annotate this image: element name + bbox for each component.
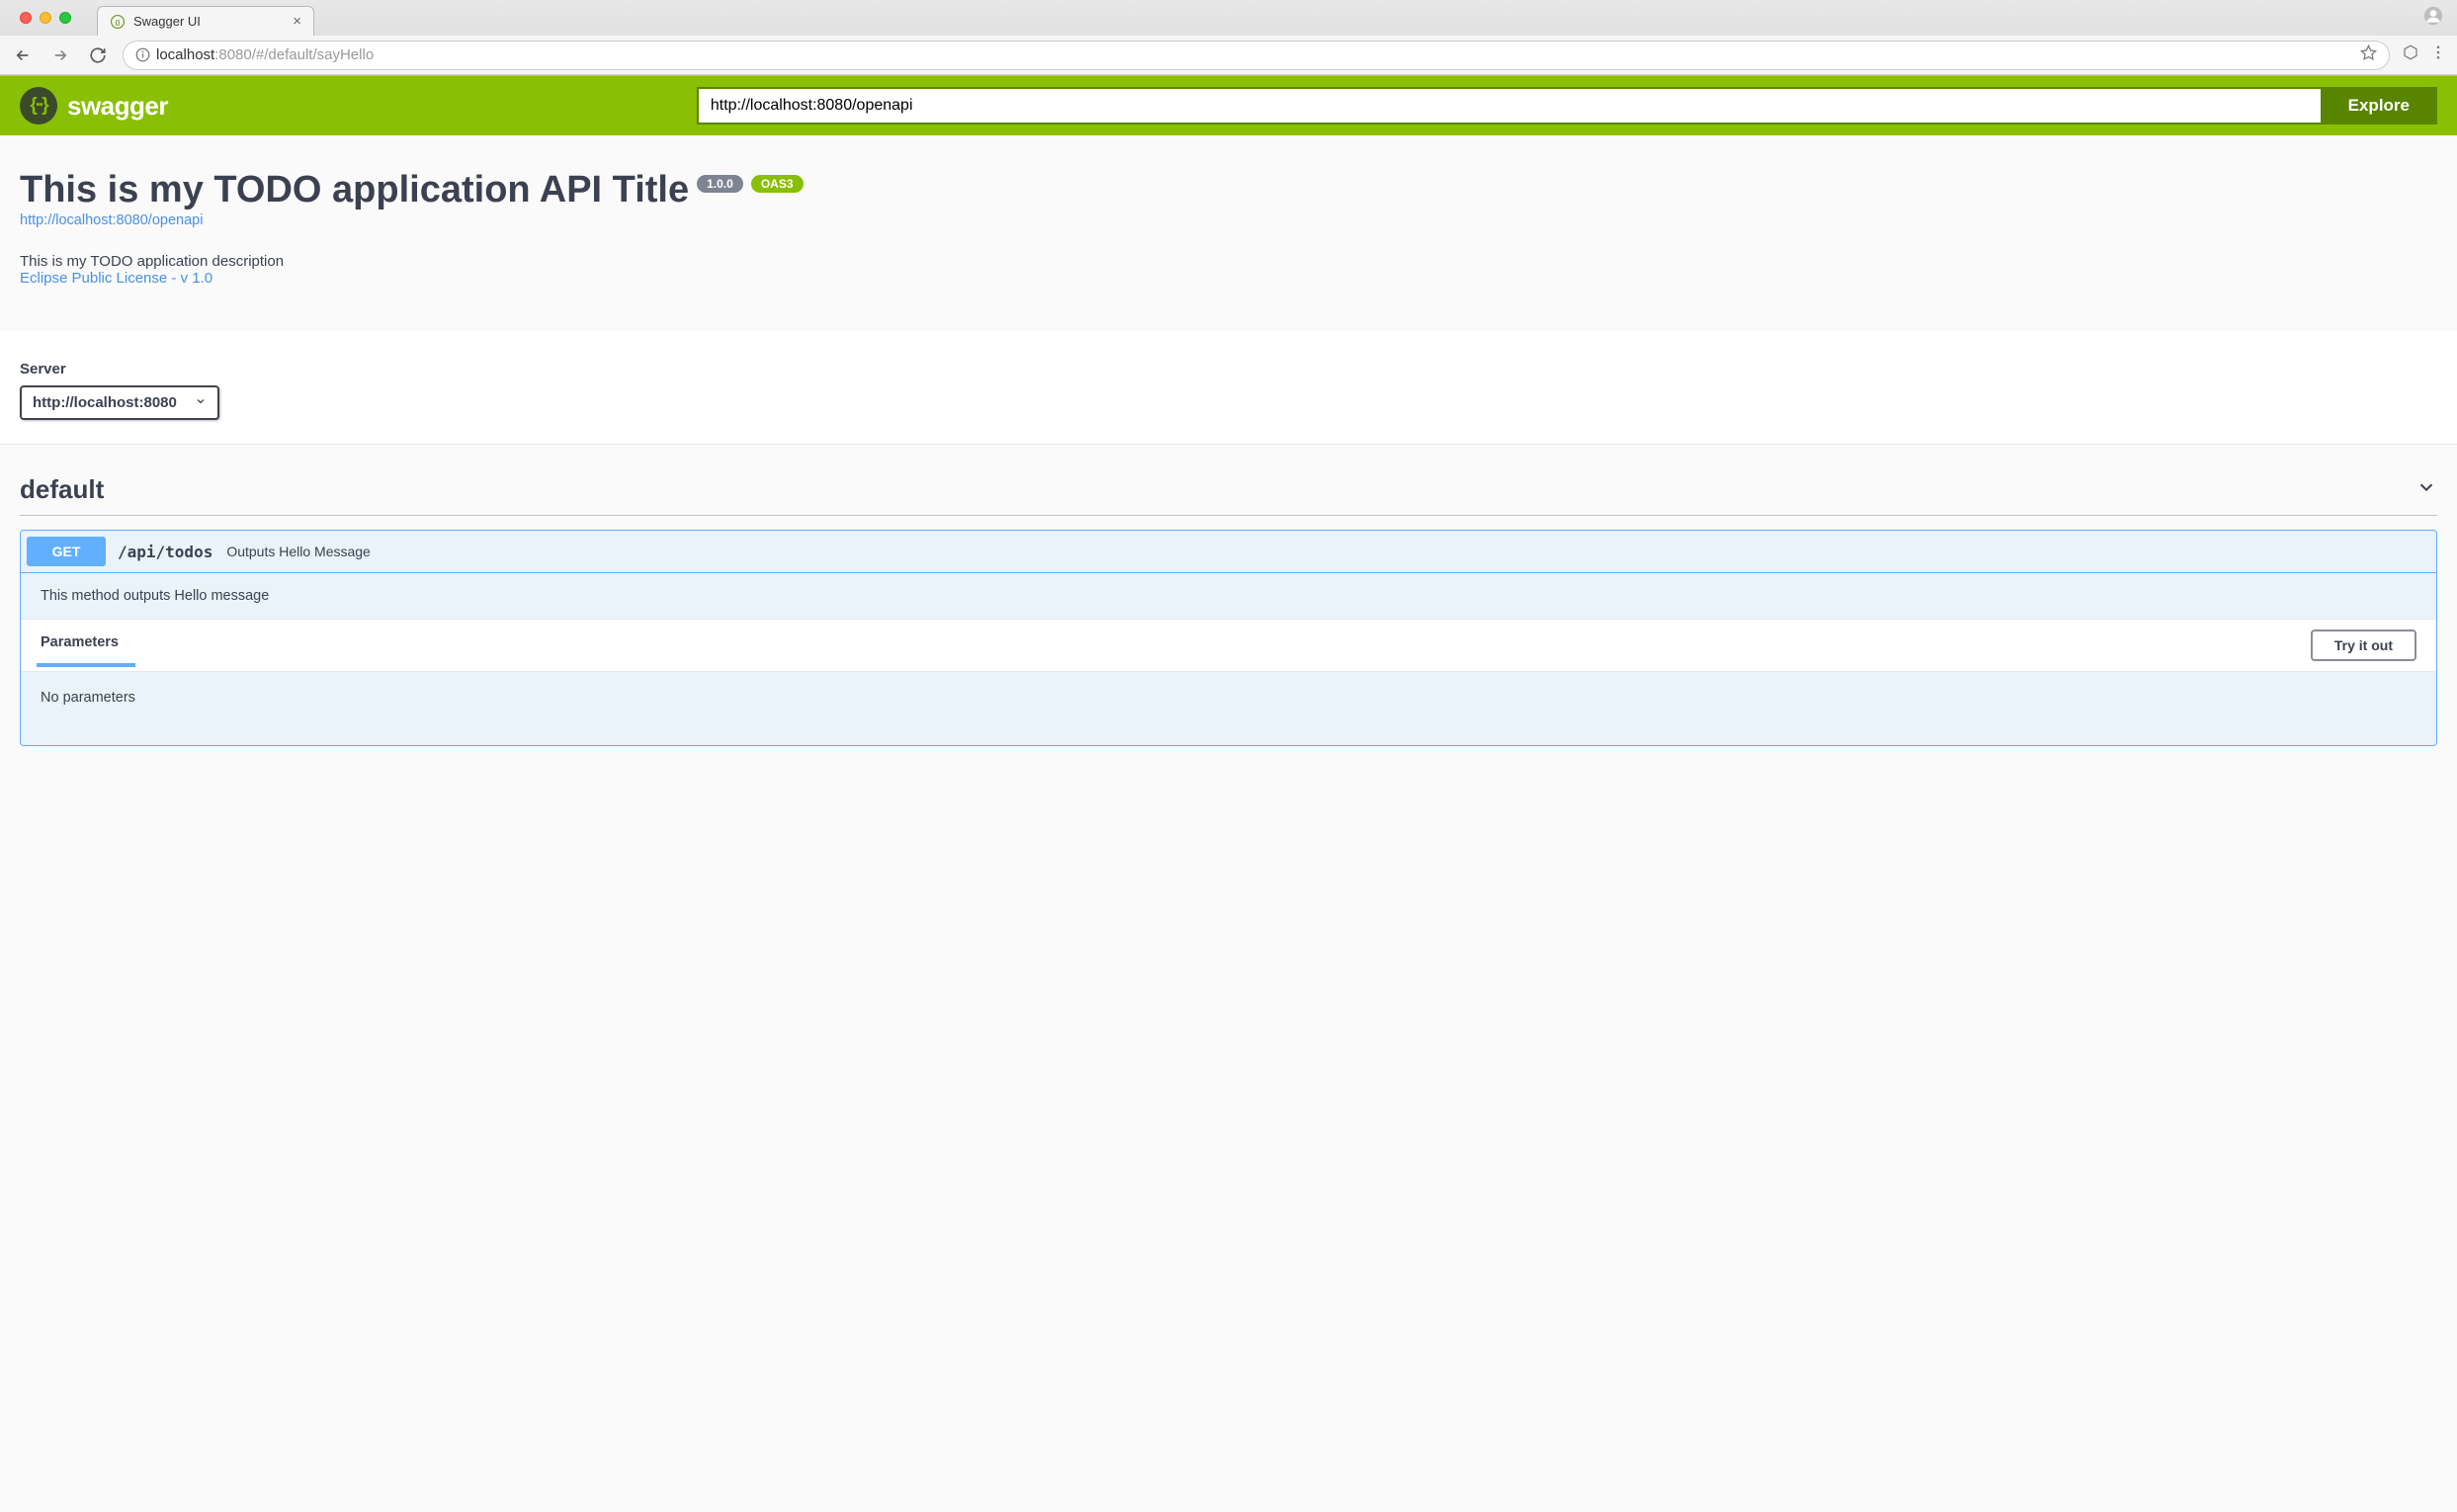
tag-header[interactable]: default	[20, 464, 2437, 516]
svg-text:{}: {}	[116, 19, 121, 26]
chevron-down-icon	[2415, 476, 2437, 503]
browser-tab[interactable]: {} Swagger UI ×	[97, 6, 314, 36]
server-select[interactable]: http://localhost:8080	[20, 385, 219, 420]
try-it-out-button[interactable]: Try it out	[2311, 630, 2416, 661]
operation-summary-bar[interactable]: GET /api/todos Outputs Hello Message	[21, 531, 2436, 572]
address-bar[interactable]: localhost:8080/#/default/sayHello	[123, 41, 2390, 70]
url-hostname: localhost	[156, 46, 214, 63]
swagger-topbar: {∙∙} swagger Explore	[0, 76, 2457, 135]
extension-icon[interactable]	[2402, 43, 2419, 66]
server-label: Server	[20, 361, 2437, 378]
api-info-section: This is my TODO application API Title 1.…	[0, 135, 2457, 331]
operation-block: GET /api/todos Outputs Hello Message Thi…	[20, 530, 2437, 746]
parameters-heading: Parameters	[41, 634, 119, 656]
swagger-logo-icon: {∙∙}	[20, 87, 57, 125]
server-section: Server http://localhost:8080	[0, 331, 2457, 444]
swagger-logo-text: swagger	[67, 91, 168, 122]
window-controls	[10, 12, 81, 24]
close-tab-icon[interactable]: ×	[293, 13, 301, 30]
menu-icon[interactable]	[2429, 43, 2447, 66]
star-icon[interactable]	[2360, 44, 2377, 65]
url-port: :8080	[214, 46, 252, 63]
url-path: /#/default/sayHello	[252, 46, 374, 63]
tab-title: Swagger UI	[133, 14, 201, 29]
site-info-icon[interactable]	[135, 47, 150, 62]
reload-button[interactable]	[85, 42, 111, 68]
version-badge: 1.0.0	[697, 175, 743, 193]
spec-url-form: Explore	[697, 87, 2437, 125]
operation-path: /api/todos	[118, 543, 212, 561]
parameters-bar: Parameters Try it out	[21, 619, 2436, 672]
browser-chrome: {} Swagger UI × localhost:8080/#/default…	[0, 0, 2457, 76]
forward-button[interactable]	[47, 42, 73, 68]
browser-toolbar: localhost:8080/#/default/sayHello	[0, 36, 2457, 75]
server-selected-value: http://localhost:8080	[33, 394, 177, 411]
oas-badge: OAS3	[751, 175, 804, 193]
chevron-down-icon	[195, 394, 207, 411]
close-window-button[interactable]	[20, 12, 32, 24]
api-description: This is my TODO application description	[20, 253, 2437, 270]
explore-button[interactable]: Explore	[2321, 87, 2437, 125]
operation-summary: Outputs Hello Message	[226, 544, 371, 559]
http-method-badge: GET	[27, 537, 106, 566]
tab-bar: {} Swagger UI ×	[0, 0, 2457, 36]
tag-section: default GET /api/todos Outputs Hello Mes…	[0, 445, 2457, 766]
back-button[interactable]	[10, 42, 36, 68]
minimize-window-button[interactable]	[40, 12, 51, 24]
operation-body: This method outputs Hello message Parame…	[21, 572, 2436, 745]
api-license-link[interactable]: Eclipse Public License - v 1.0	[20, 270, 212, 287]
operation-description: This method outputs Hello message	[21, 573, 2436, 619]
swagger-favicon-icon: {}	[110, 14, 126, 30]
swagger-logo[interactable]: {∙∙} swagger	[20, 87, 168, 125]
spec-url-input[interactable]	[697, 87, 2321, 125]
api-title: This is my TODO application API Title	[20, 169, 689, 211]
no-parameters-text: No parameters	[21, 672, 2436, 745]
profile-icon[interactable]	[2423, 6, 2443, 31]
maximize-window-button[interactable]	[59, 12, 71, 24]
api-base-url-link[interactable]: http://localhost:8080/openapi	[20, 212, 203, 228]
tag-name: default	[20, 474, 104, 505]
